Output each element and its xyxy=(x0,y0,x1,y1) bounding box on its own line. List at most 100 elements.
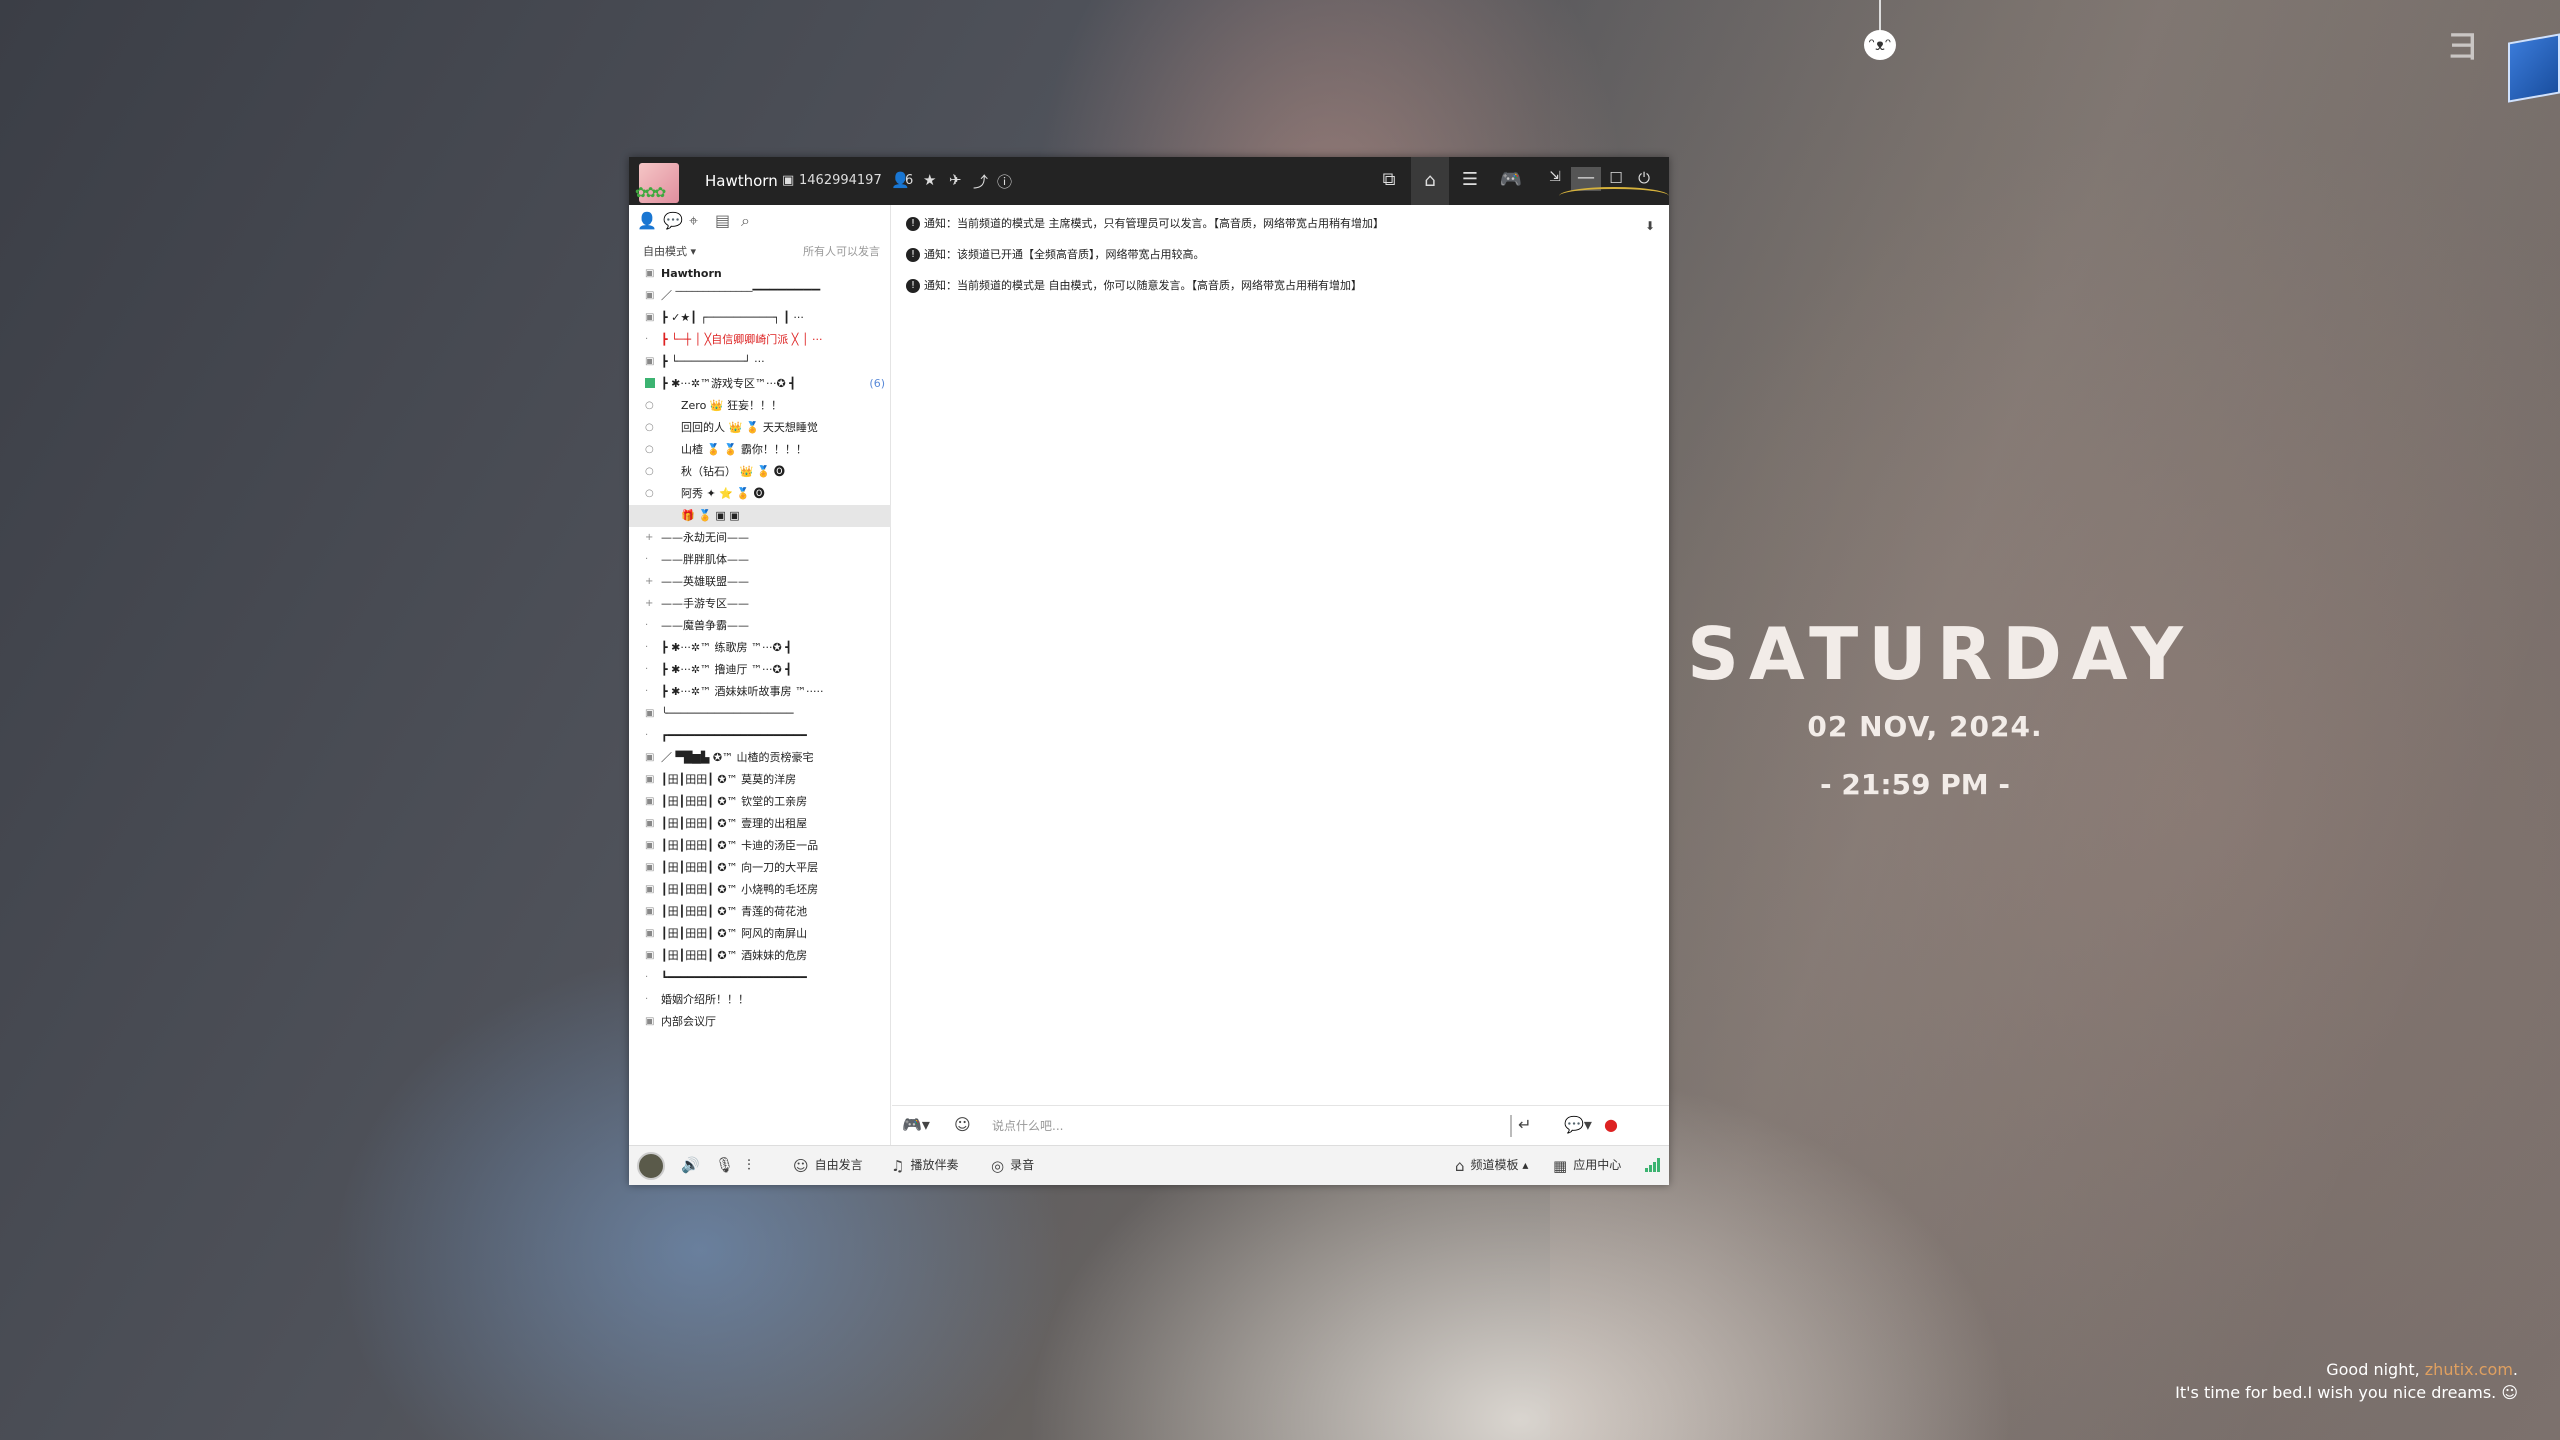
video-icon[interactable]: ⧉ xyxy=(1374,169,1404,190)
channel-row[interactable]: · ┏━━━━━━━━━━━━━━━━━━━━━ xyxy=(629,725,891,747)
member-row[interactable]: ○ Zero 👑 狂妄！！！ xyxy=(629,395,891,417)
channel-row[interactable]: · ┗━━━━━━━━━━━━━━━━━━━━━ xyxy=(629,967,891,989)
expand-toggle-icon[interactable]: ▣ xyxy=(645,351,655,373)
channel-row[interactable]: + ——永劫无间—— xyxy=(629,527,891,549)
expand-toggle-icon[interactable]: + xyxy=(645,593,655,615)
expand-toggle-icon[interactable]: ▣ xyxy=(645,879,655,901)
channel-row[interactable]: ▣ ┃田┃田田┃ ✪™ 钦堂的工亲房 xyxy=(629,791,891,813)
expand-toggle-icon[interactable]: ▣ xyxy=(645,945,655,967)
book-icon[interactable]: ▤ xyxy=(715,211,741,230)
channel-row[interactable]: ▣ ┃田┃田田┃ ✪™ 莫莫的洋房 xyxy=(629,769,891,791)
channel-row[interactable]: · ┣ └─┼ │ ╳自信卿卿崎门派 ╳ │ ··· xyxy=(629,329,891,351)
channel-row[interactable]: ▣ ┃田┃田田┃ ✪™ 卡迪的汤臣一品 xyxy=(629,835,891,857)
expand-toggle-icon[interactable]: ▣ xyxy=(645,769,655,791)
my-avatar[interactable] xyxy=(637,1152,665,1180)
record-button[interactable]: ◎ 录音 xyxy=(991,1156,1034,1175)
share-icon[interactable]: ⤴ xyxy=(973,171,988,192)
expand-toggle-icon[interactable]: ▣ xyxy=(645,791,655,813)
goodnight-link[interactable]: zhutix.com xyxy=(2425,1360,2513,1379)
red-mic-icon[interactable]: ● xyxy=(1604,1115,1618,1134)
channel-row[interactable]: ▣ Hawthorn xyxy=(629,263,891,285)
channel-row[interactable]: · 婚姻介绍所！！！ xyxy=(629,989,891,1011)
expand-toggle-icon[interactable]: + xyxy=(645,571,655,593)
info-icon[interactable]: ⓘ xyxy=(997,171,1012,192)
message-input[interactable] xyxy=(992,1114,1412,1138)
expand-toggle-icon[interactable]: ○ xyxy=(645,483,655,505)
play-music-button[interactable]: ♫ 播放伴奏 xyxy=(891,1156,958,1175)
expand-toggle-icon[interactable]: · xyxy=(645,637,655,659)
channel-row[interactable]: + ——英雄联盟—— xyxy=(629,571,891,593)
app-center-button[interactable]: ▦ 应用中心 xyxy=(1553,1156,1621,1175)
expand-toggle-icon[interactable]: ▣ xyxy=(645,703,655,725)
expand-toggle-icon[interactable] xyxy=(645,373,655,395)
mic-icon[interactable]: 🎙 xyxy=(715,1156,740,1174)
bubble-icon[interactable]: 💬▾ xyxy=(1564,1115,1592,1134)
expand-toggle-icon[interactable]: ▣ xyxy=(645,923,655,945)
home-icon[interactable]: ⌂ xyxy=(1411,157,1449,205)
member-row[interactable]: ○ 阿秀 ✦ ⭐ 🏅 🅞 xyxy=(629,483,891,505)
expand-toggle-icon[interactable]: · xyxy=(645,725,655,747)
expand-toggle-icon[interactable]: ▣ xyxy=(645,1011,655,1033)
plane-icon[interactable]: ✈ xyxy=(949,171,962,189)
speaker-icon[interactable]: 🔊 xyxy=(681,1156,706,1174)
chat-icon[interactable]: 💬 xyxy=(663,211,689,230)
expand-toggle-icon[interactable]: · xyxy=(645,615,655,637)
gamepad-icon[interactable]: 🎮 xyxy=(1496,169,1526,190)
expand-toggle-icon[interactable]: ▣ xyxy=(645,857,655,879)
free-speech-button[interactable]: ☺ 自由发言 xyxy=(793,1156,863,1175)
equalizer-icon[interactable]: ⫶ xyxy=(747,1156,757,1174)
expand-toggle-icon[interactable]: ▣ xyxy=(645,901,655,923)
channel-row[interactable]: + ——手游专区—— xyxy=(629,593,891,615)
expand-toggle-icon[interactable]: ▣ xyxy=(645,747,655,769)
star-icon[interactable]: ★ xyxy=(923,171,936,189)
expand-toggle-icon[interactable]: ○ xyxy=(645,461,655,483)
channel-row[interactable]: · ┣ ✱···✲™ 练歌房 ™···✪ ┫ xyxy=(629,637,891,659)
power-icon[interactable]: ⏻ xyxy=(1629,169,1659,187)
expand-toggle-icon[interactable]: · xyxy=(645,967,655,989)
channel-row[interactable]: ▣ ／ ▀█▆▙ ✪™ 山楂的贡榜豪宅 xyxy=(629,747,891,769)
channel-row[interactable]: ▣ ／ ‾‾‾‾‾‾‾‾‾‾‾‾‾‾▔▔▔▔▔▔▔▔ xyxy=(629,285,891,307)
member-row[interactable]: ○ 山楂 🏅 🏅 霸你！！！！ xyxy=(629,439,891,461)
channel-row[interactable]: ▣ ┣ └──────────┘ ··· xyxy=(629,351,891,373)
expand-toggle-icon[interactable]: ▣ xyxy=(645,307,655,329)
expand-toggle-icon[interactable]: ○ xyxy=(645,439,655,461)
expand-toggle-icon[interactable]: + xyxy=(645,527,655,549)
expand-toggle-icon[interactable]: ○ xyxy=(645,417,655,439)
magic-icon[interactable]: ☺ xyxy=(954,1115,971,1134)
expand-toggle-icon[interactable]: ▣ xyxy=(645,263,655,285)
channel-row[interactable]: · ——魔兽争霸—— xyxy=(629,615,891,637)
member-row[interactable]: ○ 秋（钻石） 👑 🏅 🅞 xyxy=(629,461,891,483)
send-enter-icon[interactable]: ↵ xyxy=(1518,1115,1531,1134)
expand-toggle-icon[interactable]: ○ xyxy=(645,395,655,417)
channel-template-button[interactable]: ⌂ 频道模板 ▴ xyxy=(1455,1156,1528,1175)
channel-row[interactable]: ▣ ┃田┃田田┃ ✪™ 向一刀的大平层 xyxy=(629,857,891,879)
channel-row[interactable]: ▣ ┃田┃田田┃ ✪™ 青莲的荷花池 xyxy=(629,901,891,923)
member-row[interactable]: ○ 回回的人 👑 🏅 天天想睡觉 xyxy=(629,417,891,439)
channel-row[interactable]: ▣ ┣ ✓★┃ ┌──────────┐ ┃ ··· xyxy=(629,307,891,329)
expand-toggle-icon[interactable]: ▣ xyxy=(645,285,655,307)
channel-row[interactable]: ▣ ┃田┃田田┃ ✪™ 阿风的南屏山 xyxy=(629,923,891,945)
scroll-down-icon[interactable]: ⬇ xyxy=(1645,219,1655,233)
channel-row[interactable]: ▣ ┃田┃田田┃ ✪™ 小烧鸭的毛坯房 xyxy=(629,879,891,901)
emoji-game-icon[interactable]: 🎮▾ xyxy=(902,1115,930,1134)
expand-toggle-icon[interactable]: · xyxy=(645,659,655,681)
channel-row[interactable]: ▣ ┃田┃田田┃ ✪™ 酒妹妹的危房 xyxy=(629,945,891,967)
list-icon[interactable]: ☰ xyxy=(1455,169,1485,190)
search-icon[interactable]: ⌕ xyxy=(741,211,767,231)
channel-row[interactable]: ┣ ✱···✲™游戏专区™···✪ ┫ (6) xyxy=(629,373,891,395)
expand-toggle-icon[interactable]: · xyxy=(645,549,655,571)
channel-row[interactable]: ▣ ┃田┃田田┃ ✪™ 壹理的出租屋 xyxy=(629,813,891,835)
expand-toggle-icon[interactable]: · xyxy=(645,329,655,351)
download-icon[interactable]: ⇲ xyxy=(1540,169,1570,185)
channel-row[interactable]: ▣ 内部会议厅 xyxy=(629,1011,891,1033)
expand-toggle-icon[interactable]: ▣ xyxy=(645,835,655,857)
channel-row[interactable]: · ——胖胖肌体—— xyxy=(629,549,891,571)
expand-toggle-icon[interactable]: · xyxy=(645,681,655,703)
expand-toggle-icon[interactable]: ▣ xyxy=(645,813,655,835)
corner-cube-icon[interactable] xyxy=(2508,33,2560,103)
member-row[interactable]: 🎁 🏅 ▣ ▣ xyxy=(629,505,891,527)
location-icon[interactable]: ⌖ xyxy=(689,211,715,231)
mode-dropdown[interactable]: 自由模式 ▾ xyxy=(643,243,696,259)
maximize-icon[interactable]: ☐ xyxy=(1601,169,1631,187)
username[interactable]: Hawthorn xyxy=(705,172,778,190)
